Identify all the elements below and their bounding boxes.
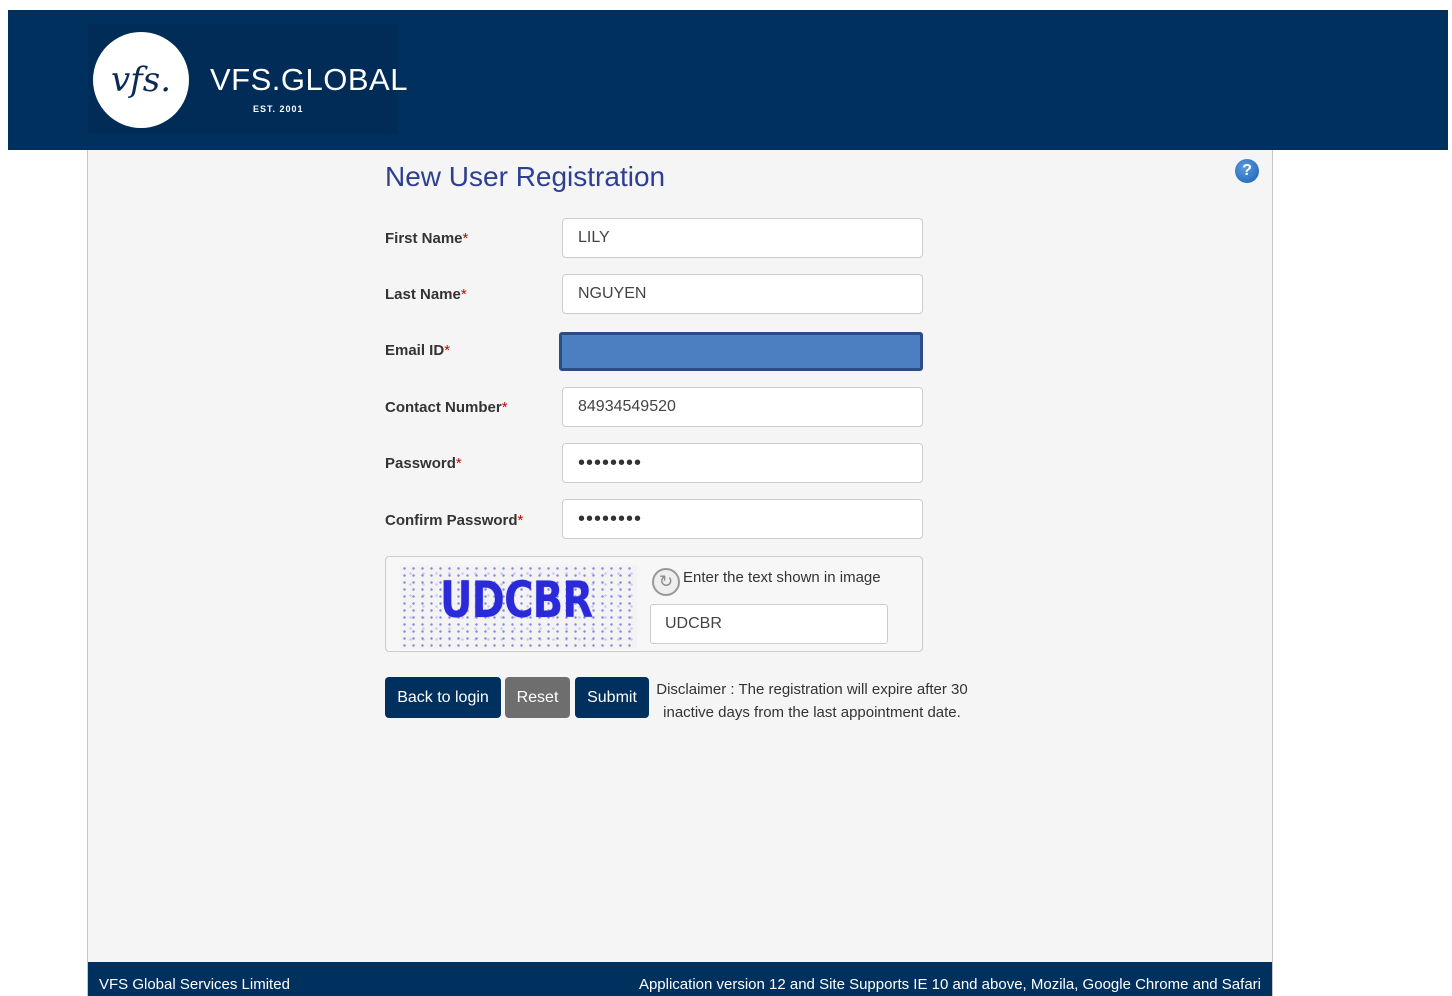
captcha-prompt: Enter the text shown in image: [683, 569, 881, 586]
password-label: Password*: [385, 455, 462, 472]
logo-name: VFS.GLOBAL: [210, 62, 408, 97]
site-footer: VFS Global Services Limited Application …: [88, 962, 1272, 996]
confirm-password-field[interactable]: [562, 499, 923, 539]
refresh-icon[interactable]: ↻: [652, 568, 680, 596]
required-marker: *: [460, 286, 467, 303]
last-name-label-text: Last Name: [385, 286, 461, 303]
required-marker: *: [462, 230, 469, 247]
logo-mark: vfs.: [110, 60, 172, 100]
last-name-field[interactable]: [562, 274, 923, 314]
back-to-login-button[interactable]: Back to login: [385, 677, 501, 718]
reset-button[interactable]: Reset: [505, 677, 570, 718]
logo-circle: vfs.: [93, 32, 189, 128]
first-name-field[interactable]: [562, 218, 923, 258]
password-label-text: Password: [385, 455, 456, 472]
contact-number-label: Contact Number*: [385, 399, 508, 416]
confirm-password-label-text: Confirm Password: [385, 512, 518, 529]
footer-version-info: Application version 12 and Site Supports…: [638, 976, 1261, 993]
captcha-image-text: UDCBR: [440, 571, 593, 629]
email-label: Email ID*: [385, 342, 450, 359]
email-label-text: Email ID: [385, 342, 445, 359]
confirm-password-label: Confirm Password*: [385, 512, 523, 529]
last-name-label: Last Name*: [385, 286, 467, 303]
footer-company: VFS Global Services Limited: [99, 976, 290, 993]
email-field[interactable]: [559, 332, 923, 371]
registration-panel: ? New User Registration First Name* Last…: [87, 150, 1273, 996]
logo-est: EST. 2001: [253, 104, 304, 114]
first-name-label-text: First Name: [385, 230, 463, 247]
required-marker: *: [455, 455, 462, 472]
captcha-image: UDCBR: [400, 565, 637, 649]
site-header: vfs. VFS.GLOBAL EST. 2001: [8, 10, 1448, 150]
disclaimer-text: Disclaimer : The registration will expir…: [656, 681, 968, 721]
captcha-input[interactable]: [650, 604, 888, 644]
required-marker: *: [501, 399, 508, 416]
vfs-global-logo[interactable]: vfs. VFS.GLOBAL EST. 2001: [88, 24, 407, 134]
first-name-label: First Name*: [385, 230, 468, 247]
submit-button[interactable]: Submit: [575, 677, 649, 718]
contact-number-label-text: Contact Number: [385, 399, 502, 416]
contact-number-field[interactable]: [562, 387, 923, 427]
required-marker: *: [517, 512, 524, 529]
required-marker: *: [444, 342, 451, 359]
password-field[interactable]: [562, 443, 923, 483]
captcha-box: UDCBR ↻ Enter the text shown in image: [385, 556, 923, 652]
help-icon[interactable]: ?: [1235, 159, 1259, 183]
page-title: New User Registration: [385, 161, 666, 192]
